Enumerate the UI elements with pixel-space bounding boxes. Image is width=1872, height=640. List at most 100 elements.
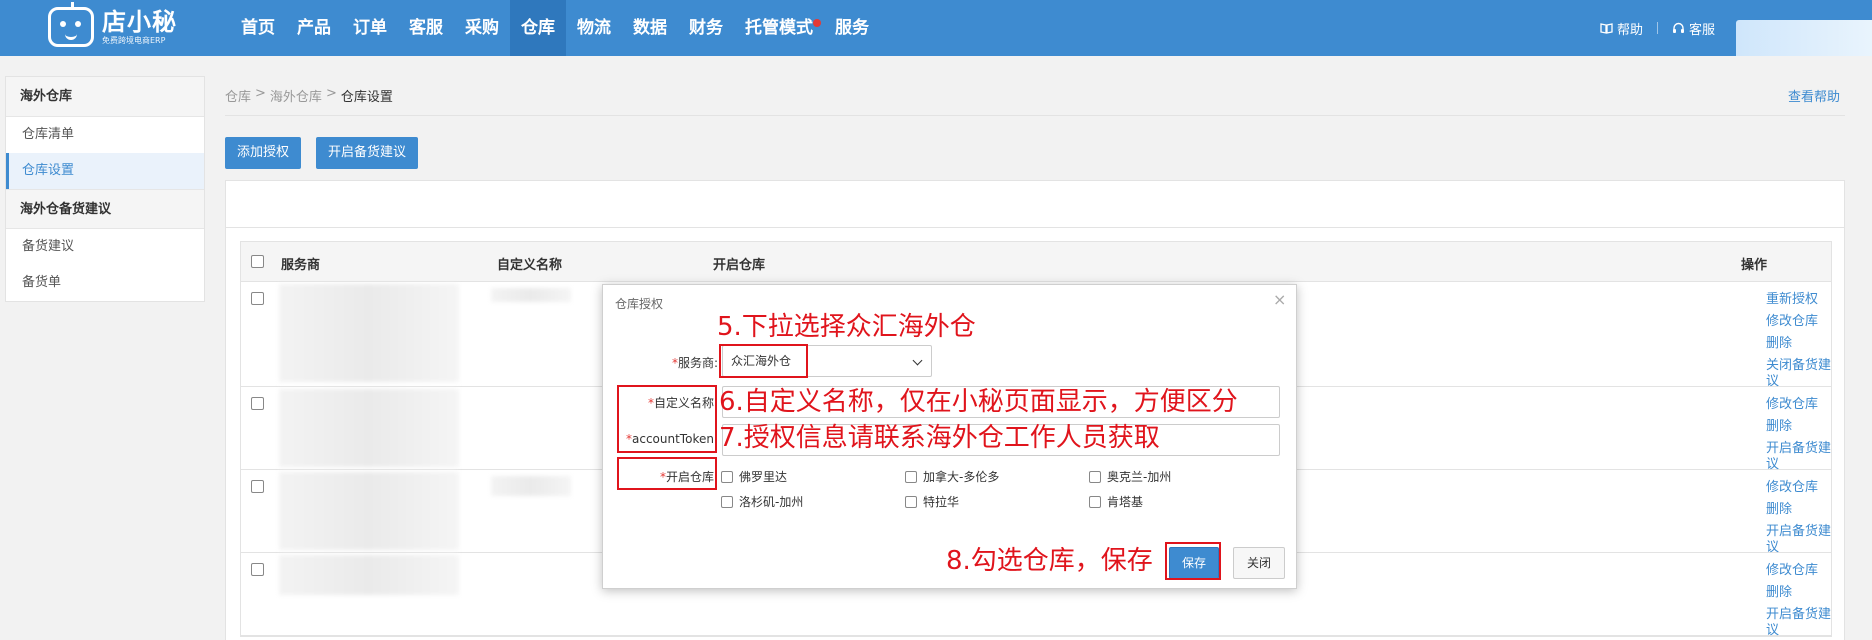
enable-stock-suggestion-link[interactable]: 开启备货建议 [1766, 524, 1831, 556]
nav-item-logistics[interactable]: 物流 [566, 0, 622, 56]
annotation-box-save [1165, 542, 1221, 580]
headset-icon [1673, 22, 1685, 33]
blurred-custom-name [491, 288, 571, 302]
close-icon[interactable]: × [1273, 290, 1286, 309]
breadcrumb-overseas-warehouse[interactable]: 海外仓库 [270, 86, 322, 105]
nav-item-purchase[interactable]: 采购 [454, 0, 510, 56]
chevron-down-icon [912, 355, 923, 366]
row-checkbox[interactable] [251, 397, 264, 410]
warehouse-name: 特拉华 [923, 495, 960, 509]
header-actions: 操作 [1741, 258, 1768, 273]
warehouse-name: 奥克兰-加州 [1107, 470, 1172, 484]
nav-item-data[interactable]: 数据 [622, 0, 678, 56]
row-actions: 修改仓库 删除 开启备货建议 [1766, 563, 1831, 639]
delete-link[interactable]: 删除 [1766, 585, 1831, 601]
enable-stock-suggestion-link[interactable]: 开启备货建议 [1766, 441, 1831, 473]
add-authorization-button[interactable]: 添加授权 [225, 137, 302, 169]
main-nav: 首页 产品 订单 客服 采购 仓库 物流 数据 财务 托管模式 服务 [230, 0, 880, 56]
header-open-warehouse: 开启仓库 [713, 258, 766, 273]
nav-item-finance[interactable]: 财务 [678, 0, 734, 56]
robot-logo-icon [48, 2, 94, 47]
divider [226, 227, 1844, 228]
nav-item-customer-service[interactable]: 客服 [398, 0, 454, 56]
sidebar-item-stock-suggestion[interactable]: 备货建议 [6, 229, 204, 265]
nav-item-products[interactable]: 产品 [286, 0, 342, 56]
logo-name: 店小秘 [102, 8, 177, 36]
warehouse-checkbox-oakland[interactable]: 奥克兰-加州 [1089, 468, 1171, 485]
table-header: 服务商 自定义名称 开启仓库 操作 [241, 242, 1831, 282]
annotation-step5: 5.下拉选择众汇海外仓 [717, 312, 976, 342]
breadcrumb-warehouse[interactable]: 仓库 [225, 86, 251, 105]
edit-warehouse-link[interactable]: 修改仓库 [1766, 314, 1831, 330]
checkbox[interactable] [905, 495, 917, 508]
warehouse-name: 洛杉矶-加州 [739, 495, 804, 509]
checkbox[interactable] [721, 495, 733, 508]
checkbox[interactable] [721, 470, 733, 483]
blurred-provider [279, 389, 459, 467]
divider [225, 115, 1845, 116]
warehouse-checkbox-los-angeles[interactable]: 洛杉矶-加州 [721, 493, 803, 510]
nav-item-services[interactable]: 服务 [824, 0, 880, 56]
nav-item-orders[interactable]: 订单 [342, 0, 398, 56]
delete-link[interactable]: 删除 [1766, 502, 1831, 518]
sidebar-item-stock-order[interactable]: 备货单 [6, 265, 204, 301]
delete-link[interactable]: 删除 [1766, 336, 1831, 352]
enable-stock-suggestion-button[interactable]: 开启备货建议 [316, 137, 419, 169]
dialog-title: 仓库授权 [615, 297, 664, 311]
breadcrumb-separator: > [255, 86, 266, 101]
warehouse-checkbox-delaware[interactable]: 特拉华 [905, 493, 959, 510]
row-checkbox[interactable] [251, 292, 264, 305]
warehouse-checkbox-kentucky[interactable]: 肯塔基 [1089, 493, 1143, 510]
view-help-link[interactable]: 查看帮助 [1788, 86, 1840, 105]
annotation-box-labels [617, 385, 717, 453]
help-link[interactable]: 帮助 [1600, 19, 1643, 38]
sidebar-item-warehouse-settings[interactable]: 仓库设置 [6, 153, 204, 189]
help-link-label: 帮助 [1617, 22, 1644, 38]
close-button[interactable]: 关闭 [1233, 547, 1285, 579]
warehouse-checkbox-florida[interactable]: 佛罗里达 [721, 468, 787, 485]
annotation-step8: 8.勾选仓库，保存 [946, 546, 1153, 576]
checkbox[interactable] [905, 470, 917, 483]
delete-link[interactable]: 删除 [1766, 419, 1831, 435]
annotation-box-warehouse-label [617, 457, 717, 490]
logo[interactable]: 店小秘 免费跨境电商ERP [48, 2, 177, 50]
nav-item-home[interactable]: 首页 [230, 0, 286, 56]
nav-item-hosting-mode-label: 托管模式 [745, 18, 813, 38]
enable-stock-suggestion-link[interactable]: 开启备货建议 [1766, 607, 1831, 639]
row-checkbox[interactable] [251, 563, 264, 576]
sidebar-group-overseas-warehouse: 海外仓库 [6, 77, 204, 117]
sidebar-item-warehouse-list[interactable]: 仓库清单 [6, 117, 204, 153]
blurred-provider [279, 284, 459, 382]
sidebar-group-stock-suggestion: 海外仓备货建议 [6, 189, 204, 229]
service-link[interactable]: 客服 [1672, 19, 1715, 38]
breadcrumb-current: 仓库设置 [340, 90, 393, 105]
row-actions: 修改仓库 删除 开启备货建议 [1766, 480, 1831, 556]
annotation-box-provider [719, 344, 808, 378]
breadcrumb-separator: > [325, 86, 337, 101]
edit-warehouse-link[interactable]: 修改仓库 [1766, 397, 1831, 413]
row-checkbox[interactable] [251, 480, 264, 493]
select-all-checkbox[interactable] [251, 255, 264, 268]
nav-item-warehouse[interactable]: 仓库 [510, 0, 566, 56]
annotation-step7: 7.授权信息请联系海外仓工作人员获取 [719, 423, 1160, 453]
blurred-custom-name [491, 476, 571, 496]
warehouse-checkbox-toronto[interactable]: 加拿大-多伦多 [905, 468, 999, 485]
annotation-step6: 6.自定义名称，仅在小秘页面显示，方便区分 [719, 387, 1238, 417]
warehouse-name: 加拿大-多伦多 [923, 470, 1000, 484]
row-actions: 修改仓库 删除 开启备货建议 [1766, 397, 1831, 473]
checkbox[interactable] [1089, 470, 1101, 483]
blurred-provider [279, 472, 459, 550]
user-account-area[interactable] [1736, 20, 1872, 56]
disable-stock-suggestion-link[interactable]: 关闭备货建议 [1766, 358, 1831, 390]
edit-warehouse-link[interactable]: 修改仓库 [1766, 480, 1831, 496]
warehouse-name: 佛罗里达 [739, 470, 788, 484]
edit-warehouse-link[interactable]: 修改仓库 [1766, 563, 1831, 579]
checkbox[interactable] [1089, 495, 1101, 508]
reauthorize-link[interactable]: 重新授权 [1766, 292, 1831, 308]
top-navbar: 店小秘 免费跨境电商ERP 首页 产品 订单 客服 采购 仓库 物流 数据 财务… [0, 0, 1872, 56]
notification-dot-icon [813, 19, 821, 27]
logo-subtitle: 免费跨境电商ERP [102, 36, 166, 45]
header-provider: 服务商 [281, 258, 321, 273]
provider-label: *服务商: [671, 356, 718, 370]
nav-item-hosting-mode[interactable]: 托管模式 [734, 0, 824, 56]
